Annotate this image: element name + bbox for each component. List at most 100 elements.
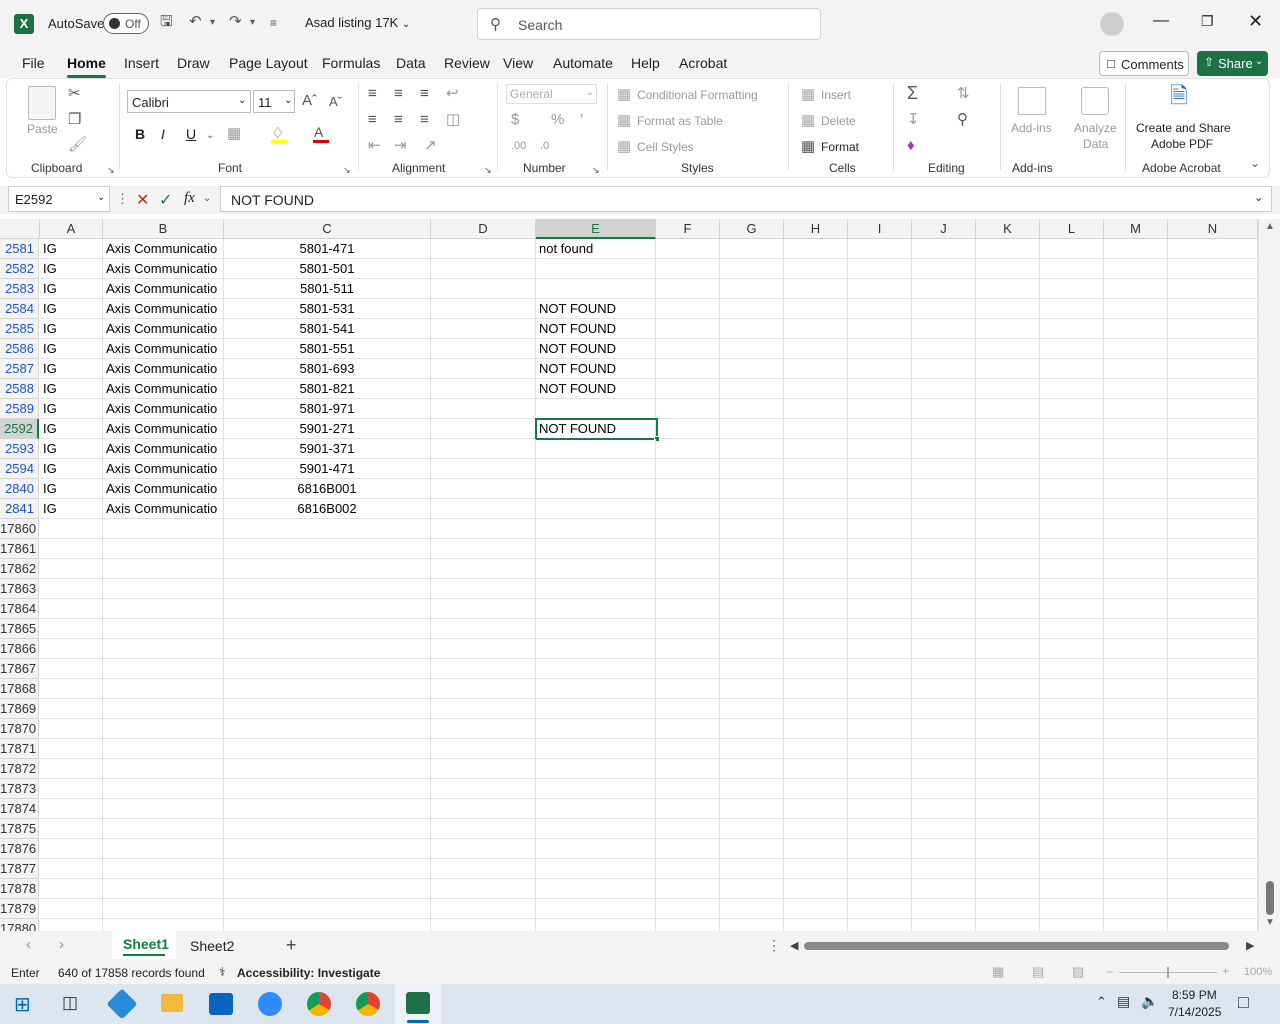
minimize-icon[interactable]: — bbox=[1153, 12, 1169, 30]
cell-m[interactable] bbox=[1104, 899, 1168, 919]
cell-n[interactable] bbox=[1168, 339, 1258, 359]
cell-f[interactable] bbox=[656, 779, 720, 799]
cell-e[interactable] bbox=[536, 399, 656, 419]
cell-l[interactable] bbox=[1040, 539, 1104, 559]
cell-j[interactable] bbox=[912, 859, 976, 879]
cell-a[interactable] bbox=[40, 639, 103, 659]
cell-d[interactable] bbox=[431, 759, 536, 779]
tab-home[interactable]: Home bbox=[67, 55, 106, 78]
cell-m[interactable] bbox=[1104, 519, 1168, 539]
cell-f[interactable] bbox=[656, 299, 720, 319]
cell-a[interactable]: IG bbox=[40, 439, 103, 459]
cell-c[interactable]: 5901-271 bbox=[224, 419, 431, 439]
cell-i[interactable] bbox=[848, 519, 912, 539]
cell-c[interactable] bbox=[224, 719, 431, 739]
cell-j[interactable] bbox=[912, 379, 976, 399]
cell-a[interactable] bbox=[40, 659, 103, 679]
cell-f[interactable] bbox=[656, 679, 720, 699]
row-header[interactable]: 17864 bbox=[0, 599, 39, 619]
decrease-decimal-icon[interactable]: .0 bbox=[540, 138, 549, 154]
cell-d[interactable] bbox=[431, 919, 536, 931]
cell-h[interactable] bbox=[784, 879, 848, 899]
row-header[interactable]: 17866 bbox=[0, 639, 39, 659]
cell-d[interactable] bbox=[431, 399, 536, 419]
cell-h[interactable] bbox=[784, 639, 848, 659]
tab-data[interactable]: Data bbox=[396, 55, 426, 71]
cell-c[interactable] bbox=[224, 699, 431, 719]
cell-i[interactable] bbox=[848, 419, 912, 439]
cell-l[interactable] bbox=[1040, 759, 1104, 779]
cell-j[interactable] bbox=[912, 899, 976, 919]
cell-c[interactable] bbox=[224, 619, 431, 639]
cell-d[interactable] bbox=[431, 459, 536, 479]
cell-d[interactable] bbox=[431, 859, 536, 879]
cell-l[interactable] bbox=[1040, 359, 1104, 379]
fill-icon[interactable]: ↧ bbox=[907, 112, 920, 128]
cell-a[interactable]: IG bbox=[40, 299, 103, 319]
tab-view[interactable]: View bbox=[503, 55, 533, 71]
cell-j[interactable] bbox=[912, 759, 976, 779]
row-header[interactable]: 2585 bbox=[0, 319, 39, 339]
row-header[interactable]: 2594 bbox=[0, 459, 39, 479]
cell-e[interactable] bbox=[536, 699, 656, 719]
cell-i[interactable] bbox=[848, 319, 912, 339]
page-layout-view-icon[interactable]: ▤ bbox=[1032, 964, 1044, 980]
column-header-h[interactable]: H bbox=[784, 219, 848, 239]
increase-indent-icon[interactable]: ⇥ bbox=[394, 138, 407, 154]
cell-m[interactable] bbox=[1104, 599, 1168, 619]
cell-f[interactable] bbox=[656, 519, 720, 539]
cell-j[interactable] bbox=[912, 639, 976, 659]
cell-c[interactable] bbox=[224, 539, 431, 559]
cell-g[interactable] bbox=[720, 739, 784, 759]
cell-l[interactable] bbox=[1040, 479, 1104, 499]
cell-j[interactable] bbox=[912, 459, 976, 479]
cell-d[interactable] bbox=[431, 879, 536, 899]
cell-b[interactable] bbox=[103, 599, 224, 619]
cell-h[interactable] bbox=[784, 659, 848, 679]
cell-a[interactable]: IG bbox=[40, 419, 103, 439]
cell-h[interactable] bbox=[784, 479, 848, 499]
cell-b[interactable] bbox=[103, 659, 224, 679]
analyze-data-button[interactable]: Analyze bbox=[1074, 121, 1117, 135]
cell-e[interactable] bbox=[536, 519, 656, 539]
cell-l[interactable] bbox=[1040, 859, 1104, 879]
currency-icon[interactable]: $ bbox=[511, 112, 519, 128]
cell-c[interactable]: 5901-471 bbox=[224, 459, 431, 479]
cell-m[interactable] bbox=[1104, 639, 1168, 659]
row-header[interactable]: 2841 bbox=[0, 499, 39, 519]
cell-k[interactable] bbox=[976, 439, 1040, 459]
cell-e[interactable] bbox=[536, 799, 656, 819]
cell-a[interactable] bbox=[40, 779, 103, 799]
cell-f[interactable] bbox=[656, 419, 720, 439]
format-cells-button[interactable]: Format bbox=[821, 140, 859, 154]
cell-f[interactable] bbox=[656, 759, 720, 779]
cell-c[interactable]: 5801-693 bbox=[224, 359, 431, 379]
cell-f[interactable] bbox=[656, 659, 720, 679]
cell-m[interactable] bbox=[1104, 559, 1168, 579]
row-header[interactable]: 2840 bbox=[0, 479, 39, 499]
cell-n[interactable] bbox=[1168, 839, 1258, 859]
cell-h[interactable] bbox=[784, 399, 848, 419]
cell-g[interactable] bbox=[720, 639, 784, 659]
cell-m[interactable] bbox=[1104, 679, 1168, 699]
close-icon[interactable]: ✕ bbox=[1248, 11, 1263, 32]
row-header[interactable]: 2586 bbox=[0, 339, 39, 359]
cell-k[interactable] bbox=[976, 859, 1040, 879]
zoom-in-icon[interactable]: + bbox=[1222, 964, 1229, 978]
cell-c[interactable]: 5801-551 bbox=[224, 339, 431, 359]
column-header-m[interactable]: M bbox=[1104, 219, 1168, 239]
cell-j[interactable] bbox=[912, 479, 976, 499]
cell-m[interactable] bbox=[1104, 499, 1168, 519]
cell-f[interactable] bbox=[656, 539, 720, 559]
row-header[interactable]: 17872 bbox=[0, 759, 39, 779]
column-header-a[interactable]: A bbox=[40, 219, 103, 239]
file-explorer-icon[interactable] bbox=[161, 994, 183, 1012]
cell-n[interactable] bbox=[1168, 439, 1258, 459]
cell-h[interactable] bbox=[784, 759, 848, 779]
cell-k[interactable] bbox=[976, 379, 1040, 399]
cell-e[interactable] bbox=[536, 639, 656, 659]
row-header[interactable]: 17875 bbox=[0, 819, 39, 839]
row-header[interactable]: 2587 bbox=[0, 359, 39, 379]
cell-n[interactable] bbox=[1168, 379, 1258, 399]
column-header-i[interactable]: I bbox=[848, 219, 912, 239]
